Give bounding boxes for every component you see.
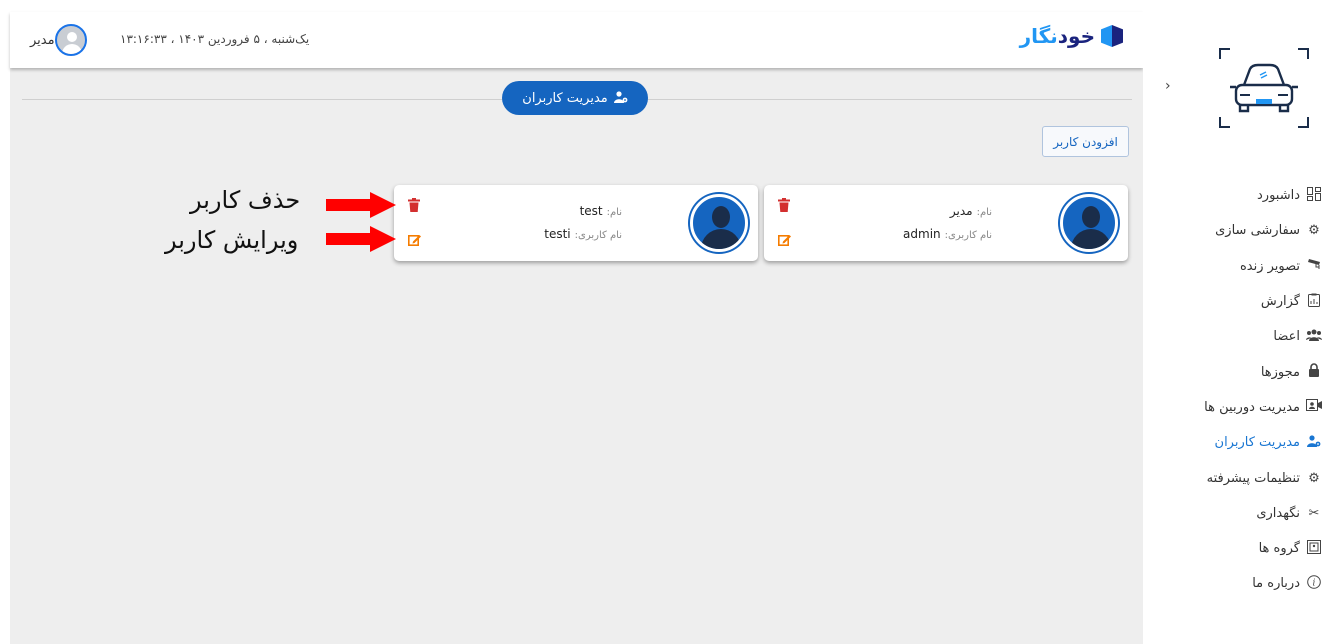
- cctv-icon: [1306, 258, 1322, 274]
- sidebar: › داشبورد ⚙ سفارشی سازی تصویر زنده گزارش: [1143, 0, 1332, 644]
- lock-icon: [1306, 363, 1322, 381]
- sidebar-item-groups[interactable]: گروه ها: [1162, 531, 1322, 566]
- group-icon: [1306, 539, 1322, 558]
- user-avatar: [690, 194, 748, 252]
- advanced-gear-icon: ⚙: [1308, 470, 1320, 486]
- tools-icon: ✂: [1308, 505, 1320, 521]
- members-icon: [1306, 329, 1322, 345]
- user-name-row: نام:مدیر: [949, 204, 992, 218]
- user-name: مدیر: [30, 32, 55, 48]
- chevron-right-icon[interactable]: ›: [1165, 78, 1171, 94]
- user-card: نام:مدیر نام کاربری:admin: [764, 185, 1128, 261]
- page-title: مدیریت کاربران: [502, 81, 648, 115]
- sidebar-item-report[interactable]: گزارش: [1162, 284, 1322, 319]
- dashboard-icon: [1306, 186, 1322, 205]
- sidebar-item-advanced-settings[interactable]: ⚙ تنظیمات پیشرفته: [1162, 460, 1322, 495]
- annotation-delete-label: حذف کاربر: [190, 186, 301, 214]
- trash-icon[interactable]: [408, 198, 420, 212]
- sidebar-item-permissions[interactable]: مجوزها: [1162, 354, 1322, 389]
- logo-text: خودنگار: [1019, 24, 1095, 48]
- sidebar-item-user-management[interactable]: مدیریت کاربران: [1162, 425, 1322, 460]
- sidebar-item-live-view[interactable]: تصویر زنده: [1162, 249, 1322, 284]
- camera-icon: [1306, 399, 1322, 415]
- sidebar-item-customization[interactable]: ⚙ سفارشی سازی: [1162, 213, 1322, 248]
- trash-icon[interactable]: [778, 198, 790, 212]
- logo-mark-icon: [1101, 25, 1123, 47]
- top-bar: مدیر یک‌شنبه ، ۵ فروردین ۱۴۰۳ ، ۱۳:۱۶:۳۳…: [10, 12, 1143, 68]
- report-icon: [1306, 293, 1322, 311]
- car-logo-icon: [1219, 48, 1309, 128]
- main-panel: مدیر یک‌شنبه ، ۵ فروردین ۱۴۰۳ ، ۱۳:۱۶:۳۳…: [10, 12, 1143, 644]
- user-gear-icon: [613, 90, 628, 106]
- user-gear-icon: [1306, 435, 1322, 451]
- sidebar-item-camera-management[interactable]: مدیریت دوربین ها: [1162, 390, 1322, 425]
- user-name-row: نام:test: [579, 204, 622, 218]
- datetime-display: یک‌شنبه ، ۵ فروردین ۱۴۰۳ ، ۱۳:۱۶:۳۳: [120, 32, 310, 46]
- svg-text:i: i: [1313, 578, 1316, 588]
- user-menu[interactable]: مدیر: [24, 23, 87, 57]
- sidebar-item-maintenance[interactable]: ✂ نگهداری: [1162, 496, 1322, 531]
- user-card: نام:test نام کاربری:testi: [394, 185, 758, 261]
- sidebar-item-members[interactable]: اعضا: [1162, 319, 1322, 354]
- avatar[interactable]: [54, 24, 87, 56]
- edit-icon[interactable]: [408, 233, 421, 246]
- annotation-arrow-icon: [326, 192, 396, 218]
- user-username-row: نام کاربری:admin: [903, 227, 992, 241]
- sidebar-item-about[interactable]: i درباره ما: [1162, 566, 1322, 601]
- page-title-text: مدیریت کاربران: [522, 90, 608, 106]
- add-user-button[interactable]: افزودن کاربر: [1042, 126, 1129, 157]
- brand-logo: خودنگار: [1020, 24, 1123, 48]
- sidebar-menu: داشبورد ⚙ سفارشی سازی تصویر زنده گزارش ا…: [1162, 178, 1322, 602]
- annotation-arrow-icon: [326, 226, 396, 252]
- sidebar-item-dashboard[interactable]: داشبورد: [1162, 178, 1322, 213]
- user-avatar: [1060, 194, 1118, 252]
- gear-icon: ⚙: [1308, 223, 1320, 239]
- edit-icon[interactable]: [778, 233, 791, 246]
- user-username-row: نام کاربری:testi: [544, 227, 622, 241]
- annotation-edit-label: ویرایش کاربر: [165, 226, 299, 254]
- info-icon: i: [1306, 575, 1322, 593]
